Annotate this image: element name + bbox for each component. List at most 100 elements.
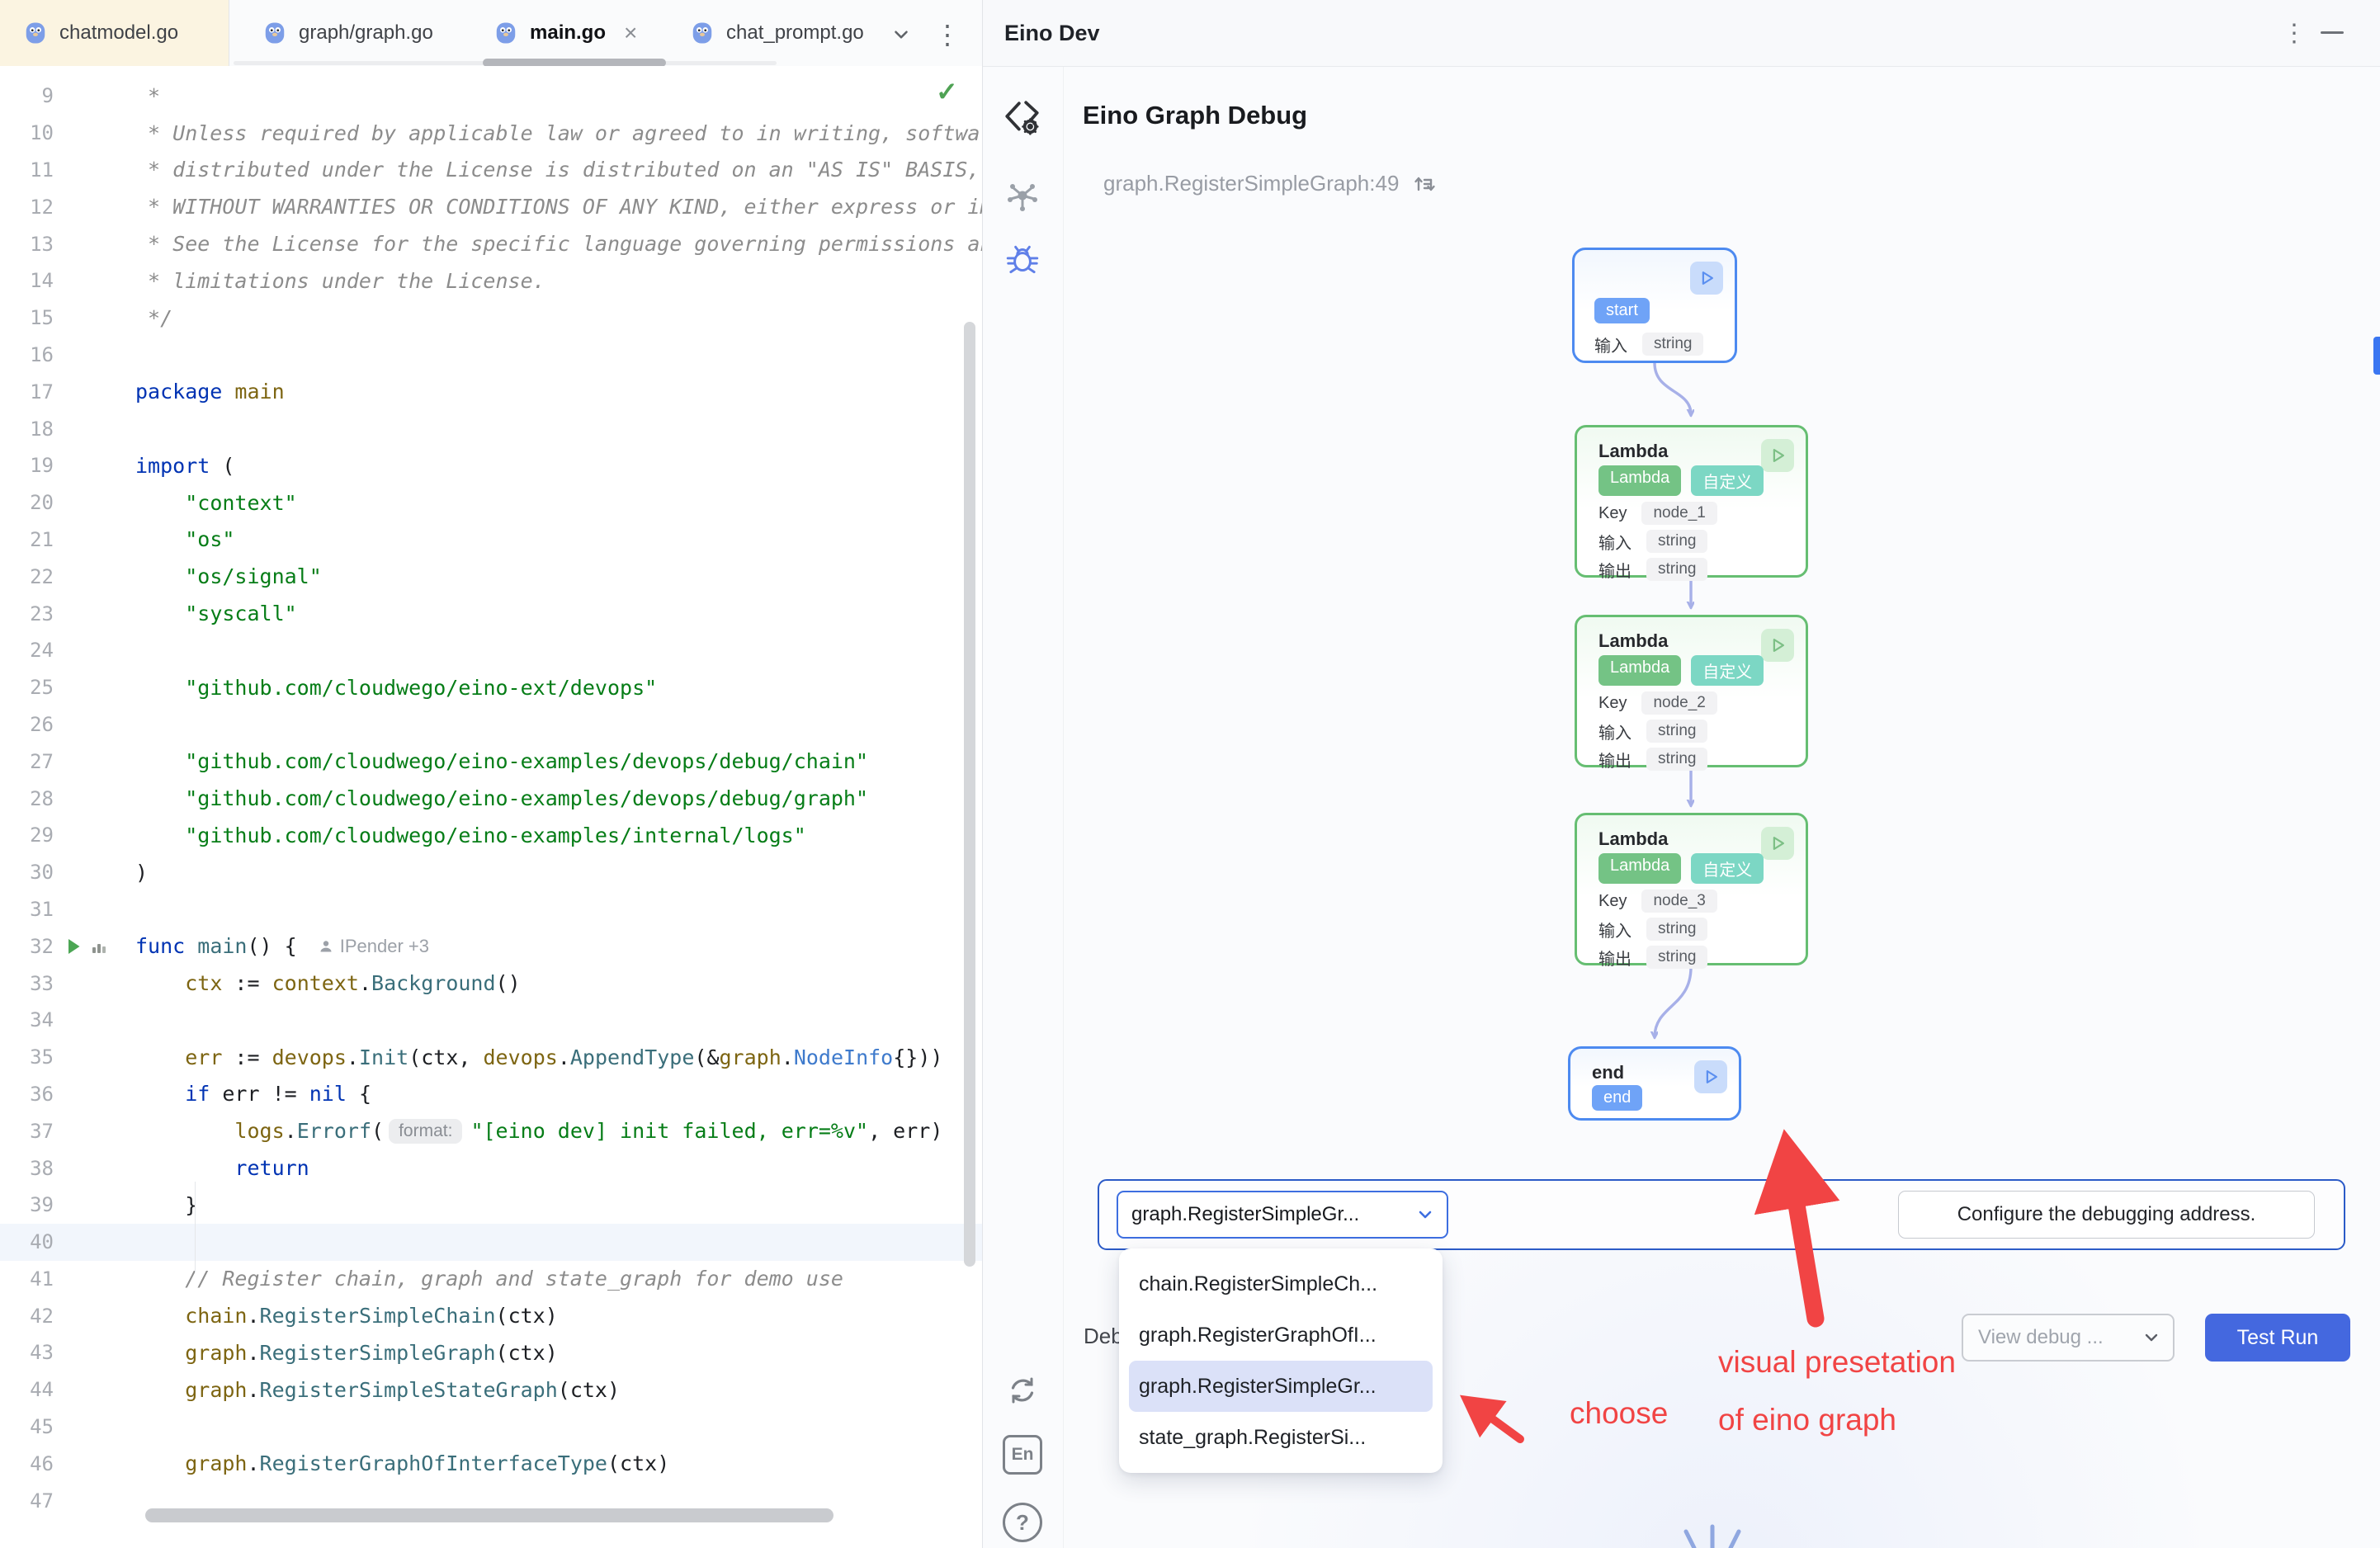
editor-tab-bar: chatmodel.go graph/graph.go main.go × ch…: [0, 0, 982, 67]
code-line: 18: [0, 410, 982, 447]
line-number: 21: [0, 528, 54, 551]
node-run-icon[interactable]: [1694, 1060, 1727, 1093]
dropdown-option[interactable]: graph.RegisterSimpleGr...: [1129, 1361, 1433, 1412]
dropdown-option[interactable]: state_graph.RegisterSi...: [1129, 1412, 1433, 1463]
code-text: ctx := context.Background(): [135, 971, 982, 995]
dropdown-option[interactable]: graph.RegisterGraphOfI...: [1129, 1310, 1433, 1361]
code-line: 41 // Register chain, graph and state_gr…: [0, 1261, 982, 1298]
run-button[interactable]: [64, 937, 83, 956]
code-text: *: [135, 84, 982, 108]
line-number: 24: [0, 639, 54, 662]
node-run-icon[interactable]: [1761, 439, 1794, 472]
graph-node-lambda-1[interactable]: LambdaLambda自定义 Keynode_1 输入string 输出str…: [1575, 425, 1808, 578]
line-number: 42: [0, 1305, 54, 1328]
code-text: */: [135, 306, 982, 330]
go-file-icon: [23, 21, 48, 45]
icon-strip-divider: [1063, 67, 1064, 1548]
code-text: func main() {IPender +3: [135, 934, 982, 958]
tab-list-chevron-icon[interactable]: [885, 18, 918, 51]
node-row-value: string: [1646, 748, 1707, 771]
run-history-icon[interactable]: [90, 937, 108, 956]
dropdown-option[interactable]: chain.RegisterSimpleCh...: [1129, 1258, 1433, 1310]
node-run-icon[interactable]: [1690, 262, 1723, 295]
gutter: 21: [0, 528, 135, 551]
code-line: 21 "os": [0, 522, 982, 559]
graph-node-lambda-2[interactable]: LambdaLambda自定义 Keynode_2 输入string 输出str…: [1575, 615, 1808, 767]
gutter: 43: [0, 1341, 135, 1364]
gutter: 26: [0, 713, 135, 736]
code-line: 27 "github.com/cloudwego/eino-examples/d…: [0, 743, 982, 780]
panel-scrollbar-thumb[interactable]: [2373, 337, 2380, 375]
node-row: 输入string: [1598, 526, 1707, 556]
gutter: 9: [0, 84, 135, 107]
view-debug-select[interactable]: View debug ...: [1962, 1314, 2175, 1362]
help-icon[interactable]: ?: [1002, 1502, 1043, 1543]
inspections-ok-icon[interactable]: ✓: [936, 76, 958, 107]
node-run-icon[interactable]: [1761, 827, 1794, 860]
code-text: "syscall": [135, 602, 982, 625]
gutter: 47: [0, 1489, 135, 1513]
line-number: 38: [0, 1157, 54, 1180]
code-line: 15 */: [0, 300, 982, 337]
graph-node-lambda-3[interactable]: LambdaLambda自定义 Keynode_3 输入string 输出str…: [1575, 813, 1808, 965]
refresh-icon[interactable]: [1002, 1370, 1043, 1411]
line-number: 9: [0, 84, 54, 107]
code-line: 31: [0, 891, 982, 928]
tab-main-go[interactable]: main.go ×: [493, 0, 637, 66]
node-run-icon[interactable]: [1761, 629, 1794, 662]
graph-node-start[interactable]: start 输入string: [1572, 248, 1737, 363]
code-line: 45: [0, 1409, 982, 1446]
node-title: Lambda: [1598, 828, 1668, 850]
graph-select[interactable]: graph.RegisterSimpleGr...: [1117, 1191, 1448, 1239]
gutter: 13: [0, 233, 135, 256]
annotation-choose: choose: [1570, 1396, 1668, 1431]
sort-order-icon[interactable]: [1412, 172, 1437, 196]
code-vision-authors[interactable]: IPender +3: [319, 936, 429, 957]
node-row-value: node_1: [1641, 502, 1717, 525]
panel-options-kebab-icon[interactable]: ⋮: [2279, 18, 2309, 48]
editor-options-kebab-icon[interactable]: ⋮: [931, 18, 964, 51]
graph-nodes-icon[interactable]: [1002, 175, 1043, 216]
code-line: 39 }: [0, 1187, 982, 1224]
code-line: 12 * WITHOUT WARRANTIES OR CONDITIONS OF…: [0, 188, 982, 225]
code-text: "github.com/cloudwego/eino-examples/inte…: [135, 824, 982, 847]
graph-node-end[interactable]: endend: [1568, 1046, 1741, 1121]
editor-vertical-scrollbar[interactable]: [964, 322, 975, 1267]
line-number: 25: [0, 676, 54, 699]
close-icon[interactable]: ×: [624, 20, 637, 46]
test-run-button[interactable]: Test Run: [2205, 1314, 2350, 1362]
configure-address-button[interactable]: Configure the debugging address.: [1898, 1191, 2315, 1239]
editor-horizontal-scrollbar[interactable]: [145, 1508, 833, 1522]
gutter: 38: [0, 1157, 135, 1180]
node-row: 输入string: [1598, 716, 1707, 746]
node-row-value: node_2: [1641, 691, 1717, 715]
go-file-icon: [262, 21, 287, 45]
debug-target[interactable]: graph.RegisterSimpleGraph:49: [1103, 171, 1437, 196]
code-line: 32func main() {IPender +3: [0, 927, 982, 965]
tab-chat-prompt-go[interactable]: chat_prompt.go: [690, 0, 864, 66]
node-row-label: 输出: [1598, 946, 1632, 970]
code-line: 35 err := devops.Init(ctx, devops.Append…: [0, 1039, 982, 1076]
code-text: graph.RegisterSimpleStateGraph(ctx): [135, 1378, 982, 1402]
node-row-label: 输出: [1598, 558, 1632, 582]
go-file-icon: [690, 21, 715, 45]
panel-minimize-icon[interactable]: [2321, 31, 2344, 34]
code-line: 17package main: [0, 373, 982, 410]
code-line: 24: [0, 632, 982, 669]
node-row: 输出string: [1598, 942, 1707, 972]
eino-logo-icon[interactable]: [1002, 97, 1043, 139]
gutter: 14: [0, 269, 135, 292]
debug-bug-icon[interactable]: [1002, 239, 1043, 281]
tab-graph-graph-go[interactable]: graph/graph.go: [262, 0, 433, 66]
language-toggle-label: En: [1003, 1435, 1042, 1475]
code-editor[interactable]: 9 *10 * Unless required by applicable la…: [0, 66, 982, 1527]
section-title: Eino Graph Debug: [1083, 101, 1307, 130]
language-toggle-icon[interactable]: En: [1002, 1434, 1043, 1475]
node-row-value: string: [1646, 558, 1707, 581]
tab-chatmodel-go[interactable]: chatmodel.go: [0, 0, 229, 66]
line-number: 23: [0, 602, 54, 625]
line-number: 12: [0, 196, 54, 219]
gutter: 25: [0, 676, 135, 699]
gutter: 37: [0, 1120, 135, 1143]
code-line: 34: [0, 1002, 982, 1039]
